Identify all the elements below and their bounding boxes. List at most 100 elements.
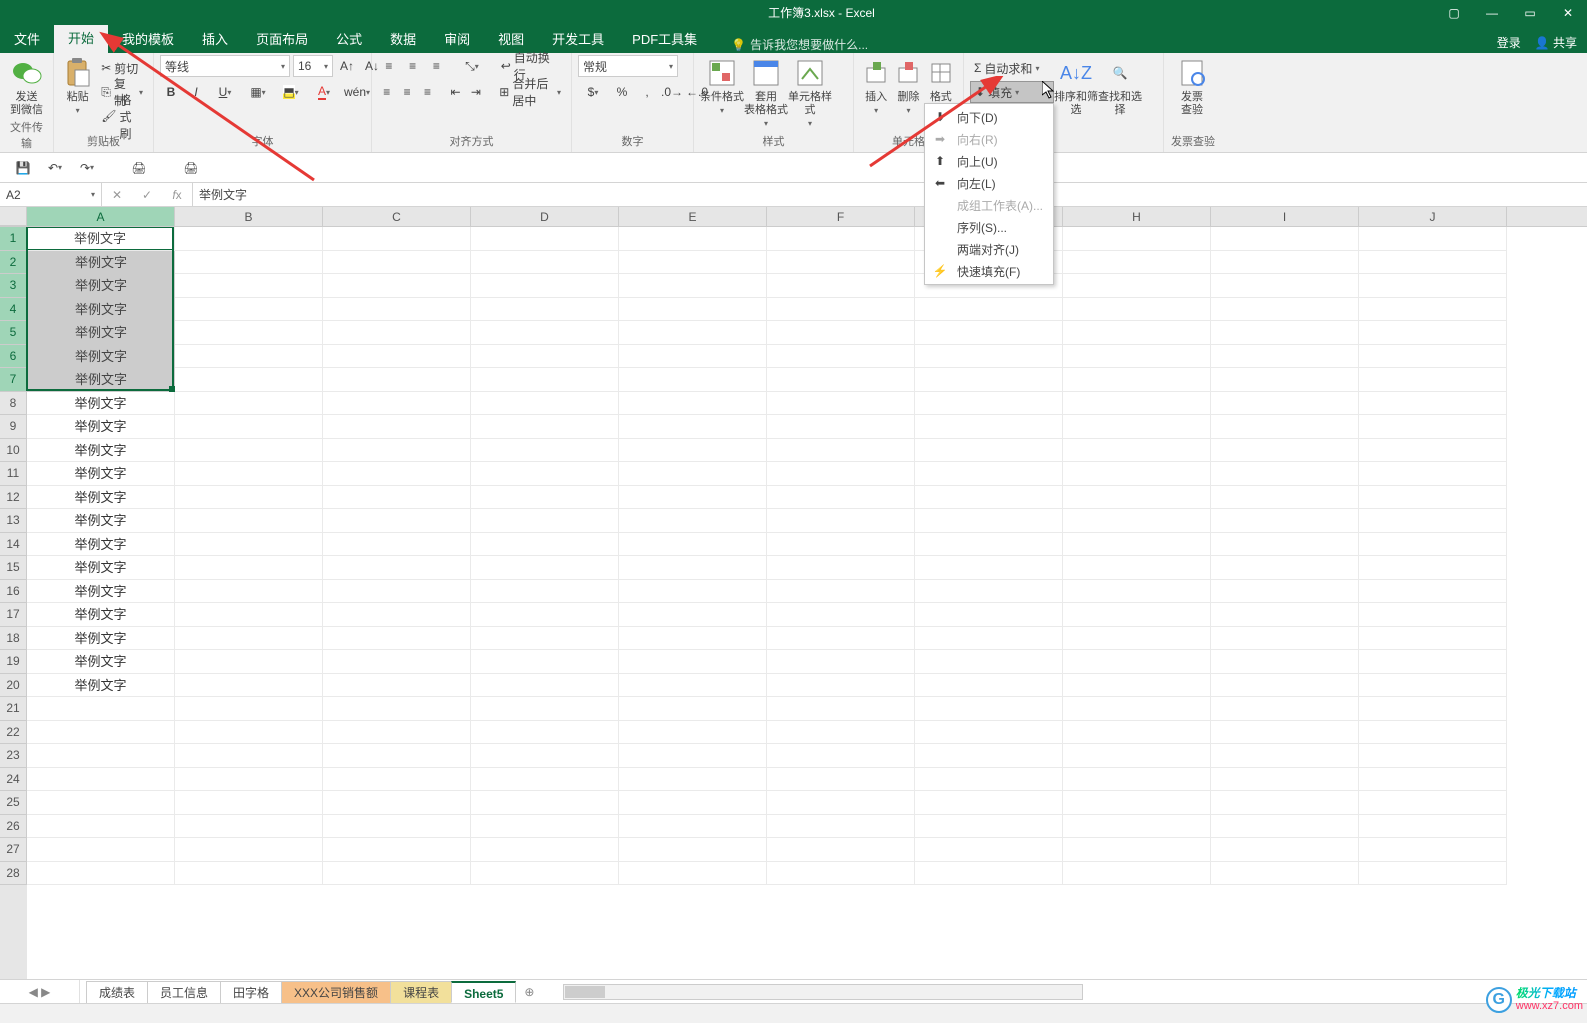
cell-C14[interactable] bbox=[323, 533, 471, 557]
row-header-9[interactable]: 9 bbox=[0, 415, 27, 439]
cell-J17[interactable] bbox=[1359, 603, 1507, 627]
cell-G18[interactable] bbox=[915, 627, 1063, 651]
cell-E11[interactable] bbox=[619, 462, 767, 486]
cell-D19[interactable] bbox=[471, 650, 619, 674]
cell-H17[interactable] bbox=[1063, 603, 1211, 627]
cell-F17[interactable] bbox=[767, 603, 915, 627]
cell-B18[interactable] bbox=[175, 627, 323, 651]
cell-E18[interactable] bbox=[619, 627, 767, 651]
format-painter-button[interactable]: 🖌格式刷 bbox=[97, 105, 147, 127]
cancel-entry-button[interactable]: ✕ bbox=[102, 188, 132, 202]
borders-button[interactable]: ▦ ▾ bbox=[243, 81, 273, 103]
cell-I20[interactable] bbox=[1211, 674, 1359, 698]
share-button[interactable]: 👤 共享 bbox=[1535, 34, 1577, 51]
sheet-tab-成绩表[interactable]: 成绩表 bbox=[86, 981, 148, 1003]
cell-G9[interactable] bbox=[915, 415, 1063, 439]
cell-E21[interactable] bbox=[619, 697, 767, 721]
cell-D4[interactable] bbox=[471, 298, 619, 322]
cell-I16[interactable] bbox=[1211, 580, 1359, 604]
cell-A19[interactable]: 举例文字 bbox=[27, 650, 175, 674]
cell-C16[interactable] bbox=[323, 580, 471, 604]
cell-A14[interactable]: 举例文字 bbox=[27, 533, 175, 557]
col-header-C[interactable]: C bbox=[323, 207, 471, 226]
cell-D2[interactable] bbox=[471, 251, 619, 275]
cell-I23[interactable] bbox=[1211, 744, 1359, 768]
cell-J1[interactable] bbox=[1359, 227, 1507, 251]
cell-J6[interactable] bbox=[1359, 345, 1507, 369]
cell-B27[interactable] bbox=[175, 838, 323, 862]
cell-H7[interactable] bbox=[1063, 368, 1211, 392]
cell-C1[interactable] bbox=[323, 227, 471, 251]
cell-J24[interactable] bbox=[1359, 768, 1507, 792]
sheet-tab-田字格[interactable]: 田字格 bbox=[220, 981, 282, 1003]
cell-E15[interactable] bbox=[619, 556, 767, 580]
cell-E23[interactable] bbox=[619, 744, 767, 768]
cell-H27[interactable] bbox=[1063, 838, 1211, 862]
cell-E4[interactable] bbox=[619, 298, 767, 322]
cell-J5[interactable] bbox=[1359, 321, 1507, 345]
row-header-28[interactable]: 28 bbox=[0, 862, 27, 886]
cell-B15[interactable] bbox=[175, 556, 323, 580]
cell-B24[interactable] bbox=[175, 768, 323, 792]
cell-F19[interactable] bbox=[767, 650, 915, 674]
cell-F21[interactable] bbox=[767, 697, 915, 721]
tab-file[interactable]: 文件 bbox=[0, 27, 54, 53]
font-color-button[interactable]: A▾ bbox=[309, 81, 339, 103]
cell-A26[interactable] bbox=[27, 815, 175, 839]
cell-A13[interactable]: 举例文字 bbox=[27, 509, 175, 533]
cell-H28[interactable] bbox=[1063, 862, 1211, 886]
cell-C13[interactable] bbox=[323, 509, 471, 533]
cell-E26[interactable] bbox=[619, 815, 767, 839]
cell-G21[interactable] bbox=[915, 697, 1063, 721]
cell-D7[interactable] bbox=[471, 368, 619, 392]
cell-D1[interactable] bbox=[471, 227, 619, 251]
cell-E20[interactable] bbox=[619, 674, 767, 698]
cell-H20[interactable] bbox=[1063, 674, 1211, 698]
cell-J26[interactable] bbox=[1359, 815, 1507, 839]
cell-J11[interactable] bbox=[1359, 462, 1507, 486]
cell-F1[interactable] bbox=[767, 227, 915, 251]
cell-B9[interactable] bbox=[175, 415, 323, 439]
cell-F20[interactable] bbox=[767, 674, 915, 698]
cell-F11[interactable] bbox=[767, 462, 915, 486]
row-header-12[interactable]: 12 bbox=[0, 486, 27, 510]
cell-H5[interactable] bbox=[1063, 321, 1211, 345]
bold-button[interactable]: B bbox=[160, 81, 182, 103]
row-header-24[interactable]: 24 bbox=[0, 768, 27, 792]
row-header-17[interactable]: 17 bbox=[0, 603, 27, 627]
cell-E5[interactable] bbox=[619, 321, 767, 345]
row-header-6[interactable]: 6 bbox=[0, 345, 27, 369]
tab-pdf-tools[interactable]: PDF工具集 bbox=[618, 27, 711, 53]
cell-G23[interactable] bbox=[915, 744, 1063, 768]
fill-button[interactable]: ⬇填充▾ bbox=[970, 81, 1054, 103]
cell-E10[interactable] bbox=[619, 439, 767, 463]
cell-A8[interactable]: 举例文字 bbox=[27, 392, 175, 416]
cell-G4[interactable] bbox=[915, 298, 1063, 322]
cell-C28[interactable] bbox=[323, 862, 471, 886]
cell-J28[interactable] bbox=[1359, 862, 1507, 886]
col-header-D[interactable]: D bbox=[471, 207, 619, 226]
row-header-22[interactable]: 22 bbox=[0, 721, 27, 745]
cell-A11[interactable]: 举例文字 bbox=[27, 462, 175, 486]
cell-F13[interactable] bbox=[767, 509, 915, 533]
row-header-10[interactable]: 10 bbox=[0, 439, 27, 463]
cell-C11[interactable] bbox=[323, 462, 471, 486]
wrap-text-button[interactable]: ↩自动换行 bbox=[497, 55, 565, 77]
fill-down-item[interactable]: ⬇向下(D) bbox=[925, 106, 1053, 128]
cell-B7[interactable] bbox=[175, 368, 323, 392]
qat-undo-button[interactable]: ↶ ▾ bbox=[42, 156, 68, 180]
cell-D5[interactable] bbox=[471, 321, 619, 345]
cell-B23[interactable] bbox=[175, 744, 323, 768]
qat-print-button[interactable]: 🖨 bbox=[178, 156, 204, 180]
cell-H8[interactable] bbox=[1063, 392, 1211, 416]
fill-series-item[interactable]: 序列(S)... bbox=[925, 216, 1053, 238]
fill-color-button[interactable]: ⬒▾ bbox=[276, 81, 306, 103]
cell-H9[interactable] bbox=[1063, 415, 1211, 439]
cell-D6[interactable] bbox=[471, 345, 619, 369]
cell-G28[interactable] bbox=[915, 862, 1063, 886]
cell-G11[interactable] bbox=[915, 462, 1063, 486]
row-header-27[interactable]: 27 bbox=[0, 838, 27, 862]
cell-H18[interactable] bbox=[1063, 627, 1211, 651]
close-button[interactable]: ✕ bbox=[1553, 3, 1583, 23]
cell-E17[interactable] bbox=[619, 603, 767, 627]
